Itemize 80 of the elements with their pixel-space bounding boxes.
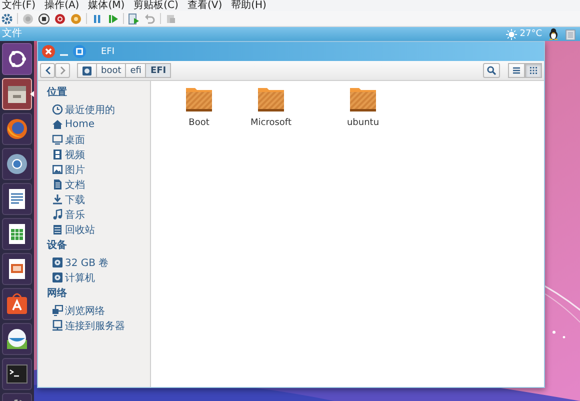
- maximize-icon[interactable]: [73, 45, 86, 58]
- sidebar-item[interactable]: 图片: [38, 162, 130, 177]
- stop-icon[interactable]: [38, 12, 50, 24]
- menu-item[interactable]: 查看(V): [187, 0, 222, 11]
- launcher-item[interactable]: [2, 288, 32, 320]
- forward-button[interactable]: [55, 63, 70, 78]
- play-icon[interactable]: [107, 12, 119, 24]
- section-heading: 位置: [46, 86, 68, 100]
- music-note-icon: [52, 209, 63, 220]
- sidebar-item[interactable]: 视频: [38, 147, 130, 162]
- sidebar-item[interactable]: 32 GB 卷: [38, 255, 130, 270]
- file-name: Boot: [188, 118, 210, 129]
- image-icon: [52, 164, 63, 175]
- document-play-icon[interactable]: [128, 12, 140, 24]
- sun-icon: [506, 28, 517, 40]
- sidebar-item[interactable]: 最近使用的: [38, 102, 130, 117]
- sidebar-item[interactable]: 连接到服务器: [38, 318, 130, 333]
- drive-icon: [52, 272, 63, 283]
- list-view-button[interactable]: [508, 63, 525, 78]
- temperature-text: 27°C: [520, 28, 542, 40]
- sidebar-item[interactable]: 桌面: [38, 132, 130, 147]
- menu-item[interactable]: 帮助(H): [231, 0, 266, 11]
- drive-icon: [82, 66, 92, 76]
- pause-icon[interactable]: [91, 12, 103, 24]
- forward-icon: [60, 66, 66, 75]
- launcher-item[interactable]: [2, 183, 32, 215]
- close-icon[interactable]: [42, 45, 55, 58]
- drive-icon: [52, 257, 63, 268]
- chromium-icon: [4, 151, 30, 177]
- record-icon[interactable]: [54, 12, 66, 24]
- document-icon: [52, 179, 63, 190]
- path-button[interactable]: efi: [125, 63, 146, 78]
- path-button[interactable]: boot: [96, 63, 126, 78]
- film-icon: [52, 149, 63, 160]
- folder-icon[interactable]: [349, 86, 377, 112]
- sidebar-item[interactable]: 文档: [38, 177, 130, 192]
- grid-view-button[interactable]: [525, 63, 542, 78]
- folder-icon[interactable]: [185, 86, 213, 112]
- list-view-icon: [512, 66, 521, 75]
- shopping-bag-icon: [4, 291, 30, 317]
- launcher-item[interactable]: [2, 218, 32, 250]
- clipboard-icon[interactable]: [565, 28, 576, 40]
- back-icon: [44, 66, 50, 75]
- computer-icon: [52, 320, 63, 331]
- sidebar-item[interactable]: Home: [38, 117, 130, 132]
- penguin-icon[interactable]: [548, 28, 559, 40]
- network-icon: [52, 305, 63, 316]
- sidebar-item[interactable]: 计算机: [38, 270, 130, 285]
- trash-icon: [52, 224, 63, 235]
- download-icon: [52, 194, 63, 205]
- firefox-icon: [4, 116, 30, 142]
- search-icon: [487, 66, 496, 75]
- path-button[interactable]: EFI: [145, 63, 172, 78]
- window-title: EFI: [101, 46, 115, 58]
- section-heading: 设备: [46, 238, 68, 253]
- gear-icon[interactable]: [1, 12, 13, 24]
- drive-button[interactable]: [77, 63, 97, 78]
- monitor-icon: [52, 134, 63, 145]
- file-name: Microsoft: [250, 118, 292, 129]
- launcher-item[interactable]: [2, 253, 32, 285]
- menu-item[interactable]: 媒体(M): [88, 0, 125, 11]
- folder-icon[interactable]: [257, 86, 285, 112]
- robot-head-icon: [4, 326, 30, 352]
- sidebar-item[interactable]: 音乐: [38, 207, 130, 222]
- launcher-item[interactable]: [2, 323, 32, 355]
- app-title: 文件: [2, 28, 22, 40]
- launcher-item[interactable]: [2, 113, 32, 145]
- section-heading: 网络: [46, 286, 68, 301]
- back-button[interactable]: [40, 63, 55, 78]
- launcher-item[interactable]: [2, 148, 32, 180]
- sidebar-item[interactable]: 浏览网络: [38, 303, 130, 318]
- search-button[interactable]: [483, 63, 500, 78]
- sidebar-item[interactable]: 回收站: [38, 222, 130, 237]
- launcher-item[interactable]: [2, 43, 32, 75]
- home-icon: [52, 119, 63, 130]
- clock-icon: [52, 104, 63, 115]
- grid-view-icon: [529, 66, 538, 75]
- sidebar-item[interactable]: 下载: [38, 192, 130, 207]
- file-name: ubuntu: [346, 118, 380, 129]
- menu-item[interactable]: 操作(A): [44, 0, 80, 11]
